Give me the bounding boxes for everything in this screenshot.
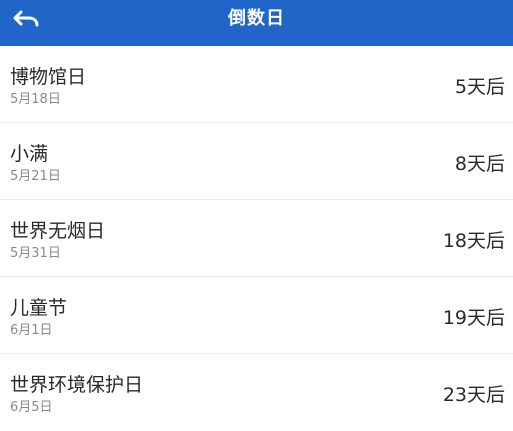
event-name: 小满 — [10, 143, 49, 165]
days-remaining: 23天后 — [442, 384, 505, 406]
list-item[interactable]: 博物馆日 5月18日 5天后 — [0, 46, 513, 123]
list-item[interactable]: 小满 5月21日 8天后 — [0, 123, 513, 200]
days-remaining: 19天后 — [442, 307, 505, 329]
event-name: 世界无烟日 — [10, 220, 106, 242]
list-item[interactable]: 世界环境保护日 6月5日 23天后 — [0, 354, 513, 431]
event-date: 5月18日 — [10, 92, 61, 107]
event-date: 6月5日 — [10, 400, 53, 415]
days-remaining: 5天后 — [454, 76, 505, 98]
event-name: 儿童节 — [10, 297, 68, 319]
days-remaining: 8天后 — [454, 153, 505, 175]
event-name: 博物馆日 — [10, 66, 87, 88]
list-item[interactable]: 世界无烟日 5月31日 18天后 — [0, 200, 513, 277]
event-date: 5月21日 — [10, 169, 61, 184]
list-item[interactable]: 儿童节 6月1日 19天后 — [0, 277, 513, 354]
days-remaining: 18天后 — [442, 230, 505, 252]
top-app-bar: 倒数日 — [0, 0, 513, 46]
event-date: 5月31日 — [10, 246, 61, 261]
event-name: 世界环境保护日 — [10, 374, 144, 396]
countdown-list: 博物馆日 5月18日 5天后 小满 5月21日 8天后 世界无烟日 5月31日 … — [0, 46, 513, 431]
countdown-app: 倒数日 博物馆日 5月18日 5天后 小满 5月21日 8天后 世界无烟日 5月… — [0, 0, 513, 429]
event-date: 6月1日 — [10, 323, 53, 338]
page-title: 倒数日 — [228, 8, 285, 29]
